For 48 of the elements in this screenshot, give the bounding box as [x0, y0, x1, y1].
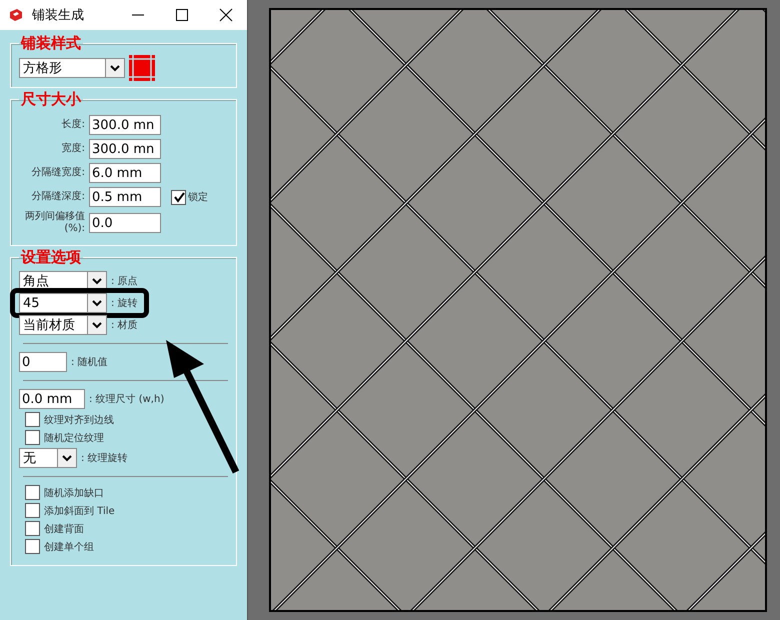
- dropdown-label: : 旋转: [111, 296, 138, 310]
- checkbox[interactable]: [25, 412, 40, 427]
- caret-icon: [57, 449, 76, 467]
- input-field[interactable]: 300.0 mn: [89, 115, 161, 135]
- input-field[interactable]: 0: [19, 352, 67, 372]
- input-field[interactable]: 0.0 mm: [19, 389, 85, 409]
- checkbox-label: 创建背面: [44, 522, 84, 536]
- input-field[interactable]: 300.0 mn: [89, 139, 161, 159]
- input-field[interactable]: 0.0: [89, 213, 161, 233]
- field-label: 分隔缝深度:: [30, 191, 85, 203]
- dropdown[interactable]: 当前材质: [19, 315, 107, 335]
- input-field[interactable]: 6.0 mm: [89, 163, 161, 183]
- field-label: : 随机值: [71, 356, 108, 369]
- checkbox-label: 锁定: [188, 190, 208, 204]
- style-dropdown[interactable]: 方格形: [19, 58, 125, 78]
- input-field[interactable]: 0.5 mm: [89, 187, 161, 207]
- field-label: 两列间偏移值(%):: [24, 211, 85, 235]
- checkbox-label: 随机添加缺口: [44, 486, 104, 500]
- checkbox[interactable]: [25, 430, 40, 445]
- dropdown[interactable]: 无: [19, 448, 77, 468]
- checkbox[interactable]: [25, 485, 40, 500]
- window-title: 铺装生成: [32, 7, 84, 24]
- checkbox-label: 纹理对齐到边线: [44, 414, 114, 426]
- dropdown-label: : 材质: [111, 318, 138, 332]
- checkbox[interactable]: [25, 503, 40, 518]
- checkbox-label: 创建单个组: [44, 540, 94, 554]
- group-heading: 设置选项: [20, 248, 82, 267]
- caret-icon: [87, 294, 106, 312]
- checkbox-label: 随机定位纹理: [44, 432, 104, 444]
- field-label: : 纹理尺寸 (w,h): [89, 392, 164, 406]
- group-heading: 铺装样式: [20, 34, 82, 53]
- checkbox-label: 添加斜面到 Tile: [44, 504, 115, 518]
- caret-icon: [87, 316, 106, 334]
- caret-icon: [105, 59, 124, 77]
- close-icon[interactable]: [219, 8, 233, 22]
- checkbox[interactable]: [171, 190, 186, 204]
- field-label: 长度:: [60, 119, 85, 131]
- dropdown-label: : 纹理旋转: [81, 452, 128, 465]
- dropdown[interactable]: 45: [19, 293, 107, 313]
- maximize-icon[interactable]: [175, 8, 189, 22]
- grid-pattern-icon: [129, 55, 155, 81]
- field-label: 分隔缝宽度:: [30, 167, 85, 179]
- dropdown-label: : 原点: [111, 274, 138, 288]
- checkbox[interactable]: [25, 521, 40, 536]
- checkbox[interactable]: [25, 539, 40, 554]
- app-logo-icon: [8, 7, 24, 23]
- group-heading: 尺寸大小: [20, 90, 82, 109]
- field-label: 宽度:: [60, 143, 85, 155]
